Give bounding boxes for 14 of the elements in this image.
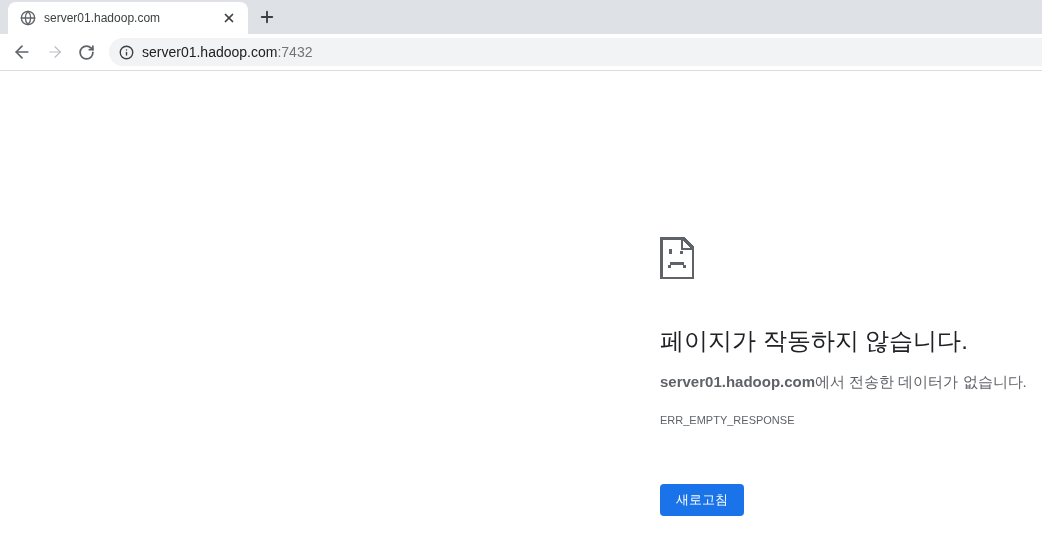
error-code: ERR_EMPTY_RESPONSE — [660, 412, 795, 428]
close-icon[interactable] — [222, 11, 236, 25]
url-text: server01.hadoop.com:7432 — [142, 42, 313, 62]
error-heading: 페이지가 작동하지 않습니다. — [660, 326, 968, 356]
info-icon[interactable] — [119, 44, 134, 60]
reload-button[interactable]: 새로고침 — [660, 484, 744, 516]
reload-icon[interactable] — [78, 43, 95, 61]
sad-page-icon — [660, 237, 694, 279]
globe-icon — [20, 10, 36, 26]
browser-tab[interactable]: server01.hadoop.com — [8, 2, 248, 34]
tab-title: server01.hadoop.com — [44, 10, 162, 27]
address-bar[interactable]: server01.hadoop.com:7432 — [109, 38, 1042, 66]
new-tab-icon[interactable] — [258, 8, 276, 26]
error-message: server01.hadoop.com에서 전송한 데이터가 없습니다. — [660, 372, 1027, 392]
